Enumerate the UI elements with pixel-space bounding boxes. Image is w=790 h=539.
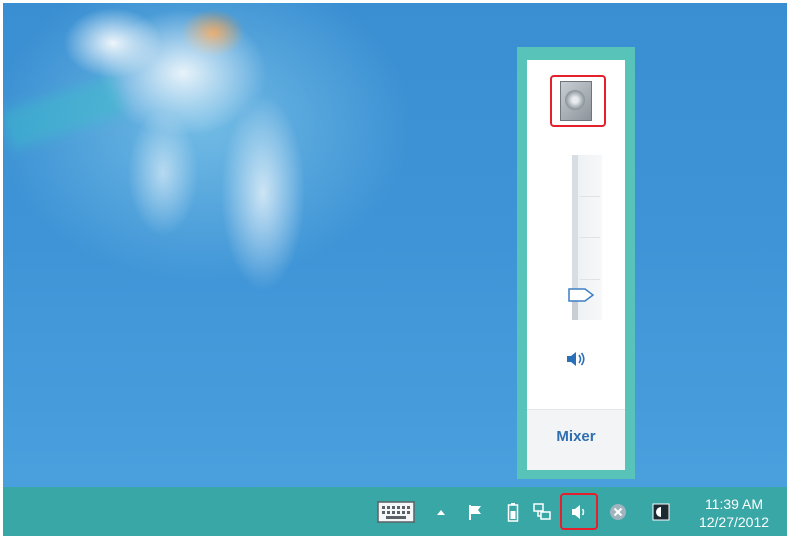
- desktop: Mixer 11:39 AM 12/27/2012: [3, 3, 787, 536]
- show-hidden-icons-chevron-icon: [437, 509, 445, 515]
- clock[interactable]: 11:39 AM 12/27/2012: [685, 495, 783, 531]
- error-tray-button[interactable]: [607, 487, 629, 536]
- app-tray-button[interactable]: [649, 487, 673, 536]
- network-button[interactable]: [530, 487, 554, 536]
- volume-flyout-panel: Mixer: [527, 60, 625, 470]
- action-center-button[interactable]: [463, 487, 487, 536]
- wallpaper-streak: [3, 75, 127, 151]
- error-x-icon: [610, 503, 626, 520]
- battery-button[interactable]: [503, 487, 523, 536]
- mixer-link[interactable]: Mixer: [527, 428, 625, 445]
- keyboard-icon: [377, 500, 415, 523]
- battery-icon: [507, 502, 519, 522]
- network-icon: [533, 502, 551, 520]
- app-tray-icon: [652, 503, 670, 520]
- action-center-flag-icon: [469, 504, 481, 520]
- touch-keyboard-button[interactable]: [375, 487, 417, 536]
- speaker-volume-icon: [567, 352, 585, 366]
- slider-tick: [580, 237, 600, 238]
- slider-tick: [580, 279, 600, 280]
- show-hidden-icons-button[interactable]: [431, 487, 451, 536]
- mute-button[interactable]: [563, 348, 589, 370]
- clock-date: 12/27/2012: [698, 514, 770, 530]
- clock-time: 11:39 AM: [704, 496, 764, 512]
- volume-tray-button[interactable]: [565, 487, 593, 536]
- speaker-device-button[interactable]: [550, 75, 606, 127]
- volume-flyout: Mixer: [517, 47, 635, 479]
- slider-tick: [580, 196, 600, 197]
- volume-icon: [572, 504, 585, 519]
- taskbar: 11:39 AM 12/27/2012: [3, 487, 787, 536]
- mixer-area: Mixer: [527, 409, 625, 470]
- volume-slider[interactable]: [568, 155, 604, 320]
- speaker-device-icon: [560, 81, 596, 121]
- volume-slider-thumb[interactable]: [568, 288, 594, 302]
